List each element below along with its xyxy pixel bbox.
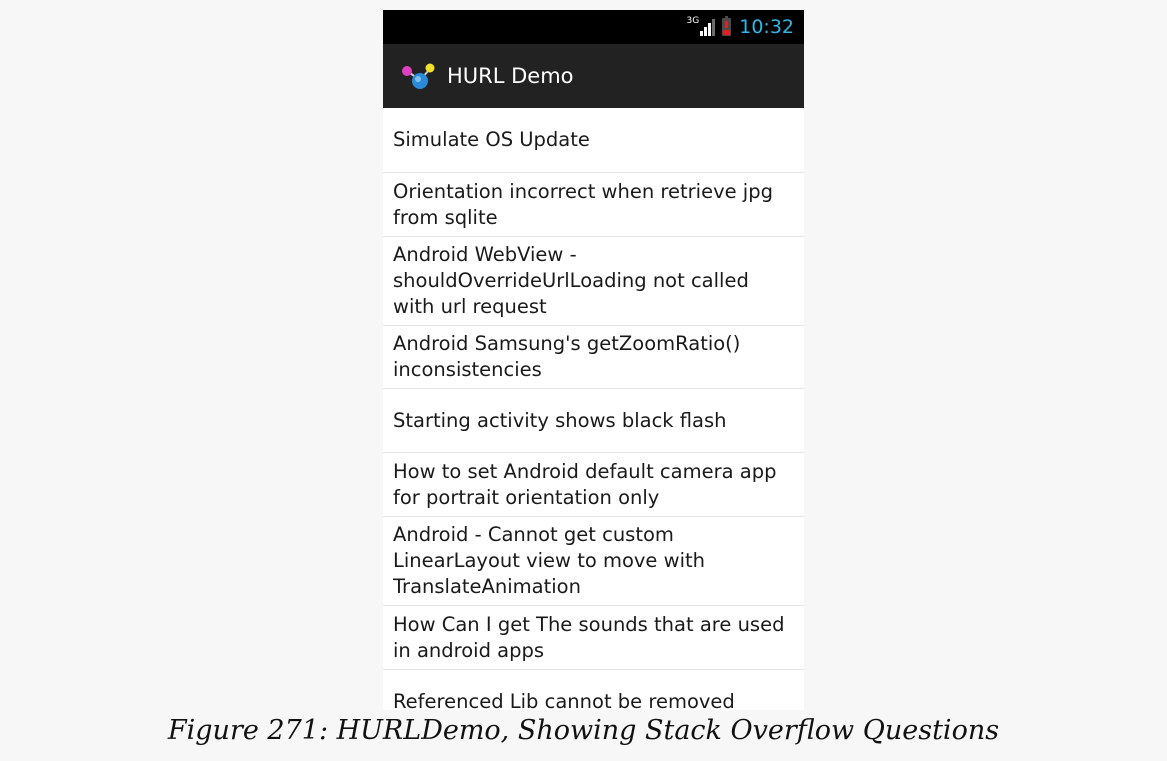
status-time: 10:32 — [739, 16, 794, 38]
hurl-app-icon — [402, 63, 435, 89]
list-item[interactable]: How Can I get The sounds that are used i… — [383, 606, 804, 670]
battery-icon — [722, 16, 732, 36]
question-title: Android - Cannot get custom LinearLayout… — [393, 523, 705, 598]
list-item[interactable]: Orientation incorrect when retrieve jpg … — [383, 173, 804, 237]
figure-caption: Figure 271: HURLDemo, Showing Stack Over… — [167, 715, 1000, 746]
question-title: Android WebView - shouldOverrideUrlLoadi… — [393, 243, 749, 318]
question-title: Android Samsung's getZoomRatio() inconsi… — [393, 332, 741, 381]
list-item[interactable]: Simulate OS Update — [383, 108, 804, 173]
phone-screen: 3G 10:32 HURL Demo Simulate OS Update Or… — [383, 10, 804, 710]
question-title: Orientation incorrect when retrieve jpg … — [393, 179, 773, 229]
list-item[interactable]: Referenced Lib cannot be removed — [383, 670, 804, 710]
network-type: 3G — [686, 16, 700, 26]
question-title: Simulate OS Update — [393, 128, 590, 151]
list-item[interactable]: How to set Android default camera app fo… — [383, 453, 804, 517]
list-item[interactable]: Starting activity shows black flash — [383, 389, 804, 453]
list-item[interactable]: Android - Cannot get custom LinearLayout… — [383, 517, 804, 606]
list-item[interactable]: Android WebView - shouldOverrideUrlLoadi… — [383, 237, 804, 326]
status-bar: 3G 10:32 — [383, 10, 804, 44]
action-bar: HURL Demo — [383, 44, 804, 108]
question-list: Simulate OS Update Orientation incorrect… — [383, 108, 804, 710]
question-title: How to set Android default camera app fo… — [393, 459, 777, 509]
question-title: Referenced Lib cannot be removed — [393, 690, 735, 710]
list-item[interactable]: Android Samsung's getZoomRatio() inconsi… — [383, 326, 804, 389]
app-title: HURL Demo — [447, 64, 574, 88]
question-title: How Can I get The sounds that are used i… — [393, 612, 785, 662]
question-title: Starting activity shows black flash — [393, 408, 727, 432]
signal-icon — [699, 18, 716, 36]
